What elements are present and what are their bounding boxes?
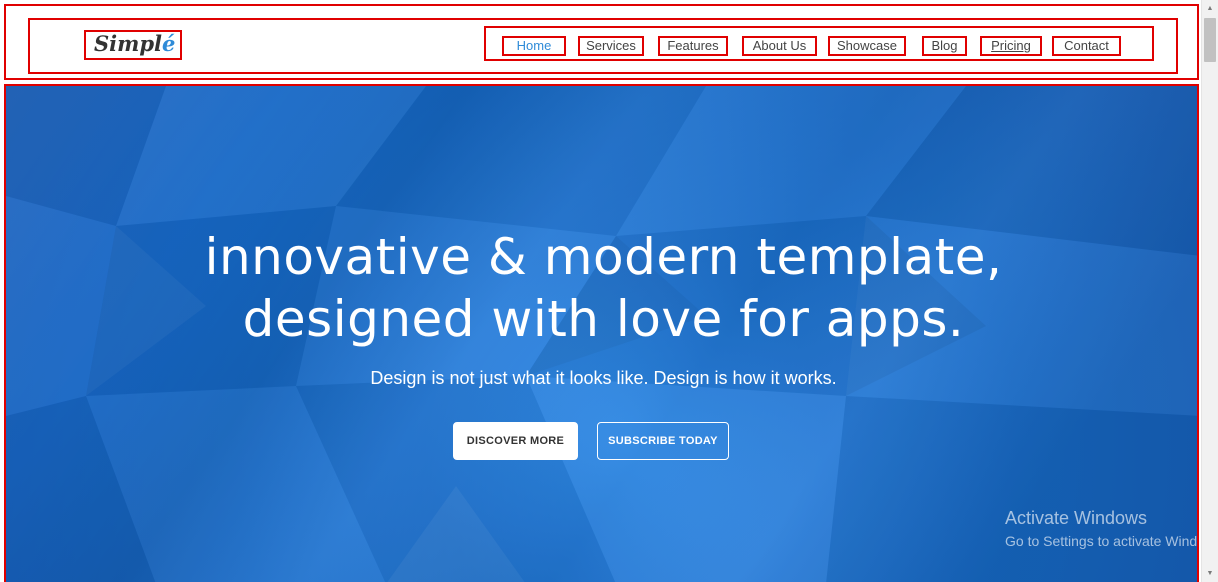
nav-item-features[interactable]: Features [658, 36, 728, 56]
scroll-up-arrow-icon[interactable]: ▲ [1202, 0, 1218, 17]
nav-item-pricing[interactable]: Pricing [980, 36, 1042, 56]
activate-windows-subtitle: Go to Settings to activate Windows. [1005, 533, 1198, 549]
nav-item-about-us[interactable]: About Us [742, 36, 817, 56]
hero-title-line-1: innovative & modern template, [204, 228, 1003, 286]
nav-item-services[interactable]: Services [578, 36, 644, 56]
nav-item-blog[interactable]: Blog [922, 36, 967, 56]
site-header: Simplé Home Services Features About Us S… [4, 4, 1199, 80]
nav-item-home[interactable]: Home [502, 36, 566, 56]
hero-title-line-2: designed with love for apps. [242, 290, 965, 348]
activate-windows-watermark: Activate Windows Go to Settings to activ… [1005, 506, 1198, 551]
main-nav: Home Services Features About Us Showcase… [484, 26, 1154, 61]
discover-more-button[interactable]: DISCOVER MORE [453, 422, 578, 460]
vertical-scrollbar[interactable]: ▲ ▼ [1201, 0, 1218, 582]
page: Simplé Home Services Features About Us S… [0, 0, 1218, 582]
hero-title: innovative & modern template, designed w… [6, 226, 1197, 350]
site-logo[interactable]: Simplé [84, 30, 182, 60]
logo-accent-letter: é [162, 31, 176, 56]
nav-item-contact[interactable]: Contact [1052, 36, 1121, 56]
nav-item-showcase[interactable]: Showcase [828, 36, 906, 56]
subscribe-today-button[interactable]: SUBSCRIBE TODAY [597, 422, 729, 460]
hero-subtitle: Design is not just what it looks like. D… [370, 368, 837, 388]
hero-section: innovative & modern template, designed w… [4, 84, 1199, 582]
header-container: Simplé Home Services Features About Us S… [28, 18, 1178, 74]
logo-text: Simpl [94, 31, 163, 56]
activate-windows-title: Activate Windows [1005, 508, 1148, 528]
scrollbar-thumb[interactable] [1204, 18, 1216, 62]
scroll-down-arrow-icon[interactable]: ▼ [1202, 565, 1218, 582]
